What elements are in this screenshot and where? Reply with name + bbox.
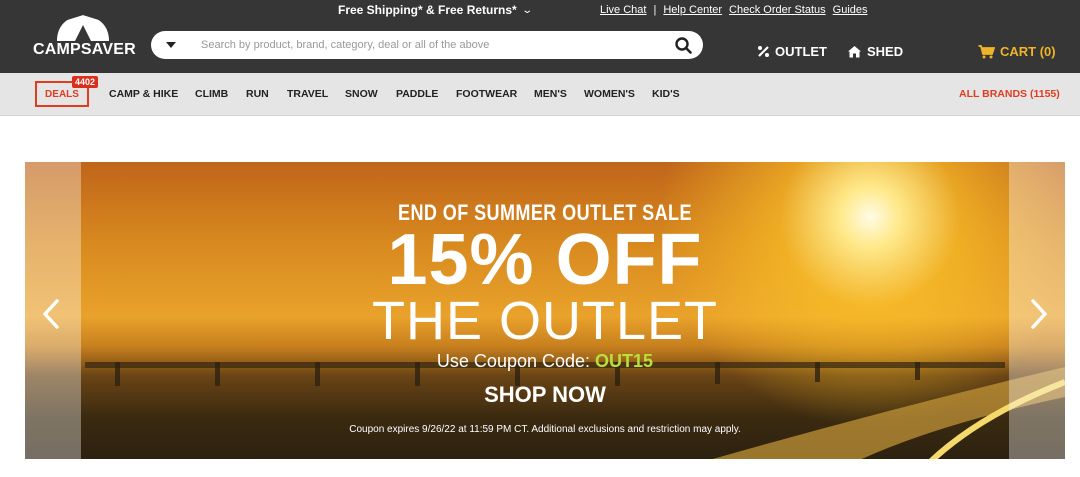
divider: |: [653, 4, 657, 16]
hero-subheadline: THE OUTLET: [371, 291, 719, 351]
home-icon: [848, 46, 861, 58]
nav-item-travel[interactable]: TRAVEL: [287, 88, 328, 100]
chevron-down-icon: ⌄: [521, 4, 533, 16]
nav-item-footwear[interactable]: FOOTWEAR: [456, 88, 517, 100]
nav-item-camp-hike[interactable]: CAMP & HIKE: [109, 88, 178, 100]
guides-link[interactable]: Guides: [833, 4, 868, 16]
hero-coupon-line: Use Coupon Code: OUT15: [25, 351, 1065, 372]
site-header: Free Shipping* & Free Returns* ⌄ Live Ch…: [0, 0, 1080, 73]
live-chat-link[interactable]: Live Chat: [600, 4, 646, 16]
search-icon[interactable]: [675, 36, 692, 54]
outlet-label: OUTLET: [775, 44, 827, 59]
coupon-code: OUT15: [595, 351, 654, 371]
outlet-icon: [758, 46, 769, 57]
nav-item-mens[interactable]: MEN'S: [534, 88, 567, 100]
shed-label: SHED: [867, 44, 904, 59]
check-order-status-link[interactable]: Check Order Status: [729, 4, 826, 16]
nav-item-kids[interactable]: KID'S: [652, 88, 680, 100]
tent-logo-icon: [57, 12, 109, 41]
cart-link[interactable]: CART (0): [978, 44, 1056, 59]
coupon-prefix: Use Coupon Code:: [436, 351, 591, 371]
hero-fine-print: Coupon expires 9/26/22 at 11:59 PM CT. A…: [349, 424, 741, 435]
all-brands-link[interactable]: ALL BRANDS (1155): [959, 88, 1060, 100]
hero-headline: 15% OFF: [387, 220, 703, 300]
search-bar: [151, 31, 703, 59]
nav-item-paddle[interactable]: PADDLE: [396, 88, 438, 100]
shed-link[interactable]: SHED: [847, 44, 903, 59]
search-input[interactable]: [201, 33, 675, 57]
shipping-promo-text: Free Shipping* & Free Returns*: [338, 3, 517, 17]
caret-down-icon[interactable]: [166, 42, 176, 48]
cart-icon: [978, 44, 995, 58]
outlet-link[interactable]: OUTLET: [757, 44, 827, 59]
road-graphic: [712, 367, 1065, 459]
cart-label: CART (0): [1000, 44, 1056, 59]
shop-now-button[interactable]: SHOP NOW: [25, 382, 1065, 408]
logo-text: CAMPSAVER: [33, 41, 136, 58]
nav-item-womens[interactable]: WOMEN'S: [584, 88, 635, 100]
shipping-promo-toggle[interactable]: Free Shipping* & Free Returns* ⌄: [338, 3, 533, 17]
nav-item-run[interactable]: RUN: [246, 88, 269, 100]
deals-label: DEALS: [45, 88, 79, 100]
hero-banner[interactable]: END OF SUMMER OUTLET SALE 15% OFF THE OU…: [25, 162, 1065, 459]
nav-item-climb[interactable]: CLIMB: [195, 88, 228, 100]
help-center-link[interactable]: Help Center: [663, 4, 722, 16]
utility-links: Live Chat | Help Center Check Order Stat…: [600, 4, 868, 16]
nav-item-snow[interactable]: SNOW: [345, 88, 378, 100]
deals-count-badge: 4402: [72, 76, 99, 88]
campsaver-logo[interactable]: CAMPSAVER: [33, 11, 137, 59]
